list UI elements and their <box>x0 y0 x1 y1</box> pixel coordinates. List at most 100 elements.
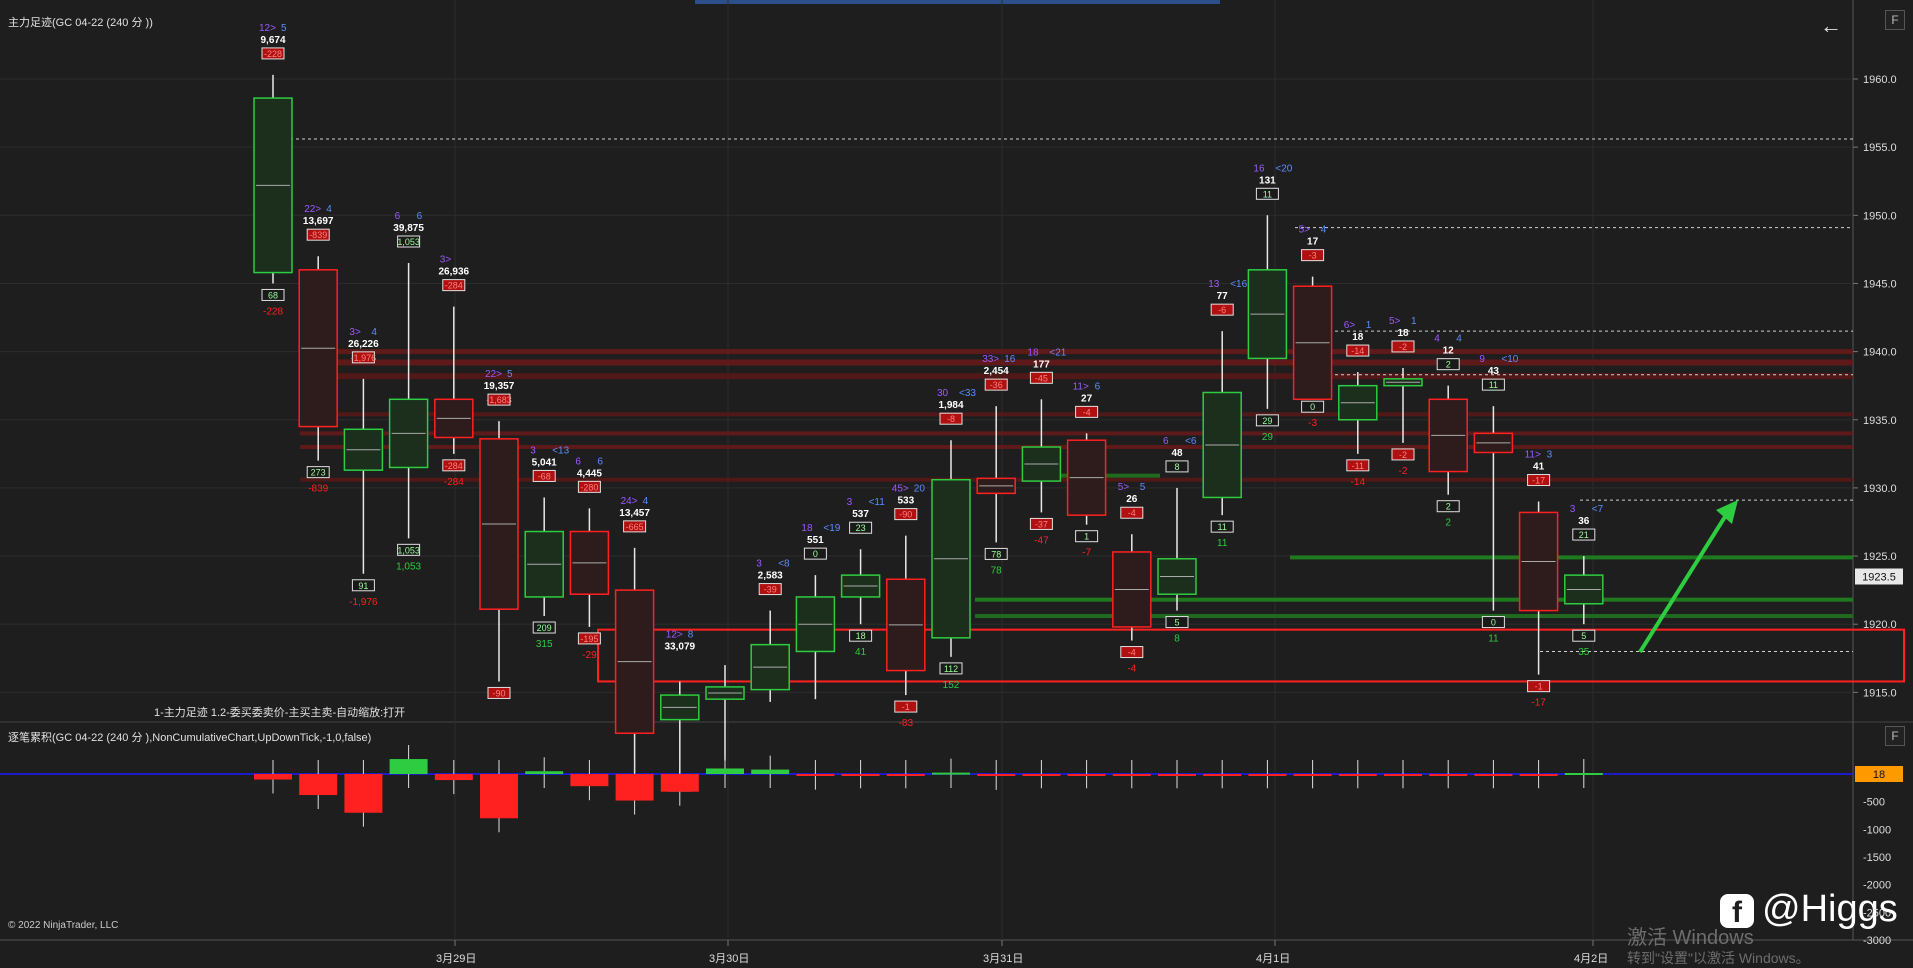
candle-top-left-label: 4 <box>1434 334 1440 345</box>
support-band <box>975 597 1853 602</box>
candle-top-left-label: 3> <box>349 327 361 338</box>
candle-delta-bottom: 29 <box>1262 432 1274 443</box>
price-axis-label: 1955.0 <box>1863 142 1897 154</box>
candle-top-left-label: 22> <box>304 204 321 215</box>
sub-panel-title: 逐笔累积(GC 04-22 (240 分 ),NonCumulativeChar… <box>8 732 372 744</box>
resistance-band <box>300 349 1853 355</box>
candle-delta-top: -90 <box>899 510 912 520</box>
price-axis-label: 1960.0 <box>1863 74 1897 86</box>
candle-top-right-label: <16 <box>1230 279 1247 290</box>
candle-top-left-label: 12> <box>666 629 683 640</box>
chart-window: 1960.0 1955.0 1950.0 1945.0 1940.0 1935.0 1930… <box>0 0 1913 967</box>
candle-delta-bottom: -1,976 <box>349 597 378 608</box>
candle-delta-bottom: 35 <box>1578 647 1590 658</box>
candle-delta-top: -1,976 <box>351 353 377 363</box>
candle-delta-bottom: 8 <box>1174 634 1180 645</box>
windows-activate-subtitle: 转到"设置"以激活 Windows。 <box>1627 950 1810 966</box>
candle-delta-bottom: 78 <box>991 565 1003 576</box>
sub-bar <box>660 774 699 792</box>
candle-volume-label: 17 <box>1307 237 1319 248</box>
sub-bar <box>932 772 970 775</box>
time-axis-label: 3月29日 <box>436 953 476 965</box>
candle-top-right-label: 3 <box>1547 450 1553 461</box>
price-axis-label: 1935.0 <box>1863 415 1897 427</box>
resistance-band <box>300 373 1853 380</box>
candle-bottom-box-value: 78 <box>991 549 1001 559</box>
candle-delta-bottom: -4 <box>1127 664 1136 675</box>
candle-delta-bottom: -7 <box>1082 548 1091 559</box>
candle-bottom-box-value: 209 <box>537 623 552 633</box>
candle-delta-bottom: -29 <box>582 650 597 661</box>
sub-bar <box>1293 774 1332 776</box>
brand-handle: @Higgs <box>1762 888 1898 930</box>
candle-volume-label: 26 <box>1126 494 1138 505</box>
sub-bar <box>1519 774 1558 776</box>
candle-top-right-label: 6 <box>597 456 603 467</box>
candle-top-right-label: <10 <box>1501 354 1518 365</box>
back-arrow-icon[interactable]: ← <box>1820 13 1842 39</box>
copyright-text: © 2022 NinjaTrader, LLC <box>8 920 119 931</box>
candle-bottom-box-value: 91 <box>358 581 368 591</box>
candle-bottom-box-value: -1 <box>1535 682 1543 692</box>
candle-top-left-label: 18 <box>801 523 813 534</box>
candle-delta-top: 11 <box>1263 189 1272 199</box>
candle-top-left-label: 45> <box>892 484 909 495</box>
candle-bottom-box-value: 68 <box>268 290 278 300</box>
candle-delta-bottom: 152 <box>943 680 960 691</box>
sub-axis-label: -1000 <box>1863 824 1891 836</box>
sub-bar <box>434 774 473 781</box>
support-band <box>1290 555 1853 560</box>
candle-delta-top: -36 <box>990 380 1003 390</box>
sub-bar <box>886 774 925 776</box>
sub-bar <box>1384 774 1422 776</box>
candle-delta-top: -39 <box>764 585 777 595</box>
candle-top-right-label: <21 <box>1049 347 1066 358</box>
sub-bar <box>1158 774 1196 776</box>
facebook-icon: f <box>1720 894 1754 929</box>
main-price-chart[interactable]: 1960.01955.01950.01945.01940.01935.01930… <box>0 0 1913 967</box>
candle-bottom-box-value: -284 <box>445 461 463 471</box>
candle-top-left-label: 13 <box>1208 279 1220 290</box>
candle-delta-top: -839 <box>309 230 327 240</box>
candle-top-left-label: 5> <box>1299 225 1311 236</box>
candle-bottom-box-value: -1 <box>902 702 910 712</box>
candle-volume-label: 18 <box>1397 328 1409 339</box>
candle-delta-top: -280 <box>580 482 598 492</box>
sub-bar <box>1203 774 1242 776</box>
resistance-band <box>300 431 1853 436</box>
candle-delta-top: -665 <box>626 522 644 532</box>
candle-delta-top: -8 <box>947 414 955 424</box>
candle-bottom-box-value: -11 <box>1352 461 1364 471</box>
price-axis-label: 1930.0 <box>1863 483 1897 495</box>
candle-top-left-label: 3 <box>530 445 536 456</box>
main-panel-f-button[interactable]: F <box>1885 10 1905 30</box>
candle-delta-bottom: -839 <box>308 484 328 495</box>
candle-bottom-box-value: 29 <box>1262 416 1272 426</box>
candle-top-left-label: 6> <box>1344 320 1356 331</box>
candle-volume-label: 39,875 <box>393 223 424 234</box>
sub-panel-f-button[interactable]: F <box>1885 726 1905 746</box>
support-band <box>975 614 1853 619</box>
candle-top-left-label: 6 <box>1163 436 1169 447</box>
candle-volume-label: 41 <box>1533 462 1545 473</box>
sub-bar <box>841 774 880 776</box>
sub-bar <box>1564 773 1603 776</box>
price-axis-label: 1925.0 <box>1863 551 1897 563</box>
candle-top-right-label: 1 <box>1366 320 1372 331</box>
candle-volume-label: 19,357 <box>484 381 515 392</box>
candle-top-left-label: 30 <box>937 388 949 399</box>
candle-top-right-label: 4 <box>326 204 332 215</box>
candle-delta-bottom: -228 <box>263 306 283 317</box>
sub-bar <box>254 774 292 780</box>
candle-volume-label: 33,079 <box>665 641 696 652</box>
time-axis-label: 3月31日 <box>983 953 1023 965</box>
sub-bar <box>299 774 338 796</box>
candle-volume-label: 9,674 <box>260 35 285 46</box>
candle-bottom-box-value: 5 <box>1174 618 1179 628</box>
sub-current-value: 18 <box>1873 769 1885 781</box>
candle-top-left-label: 6 <box>395 211 401 222</box>
candle-top-left-label: 3 <box>1570 504 1576 515</box>
time-axis-label: 4月2日 <box>1574 953 1608 965</box>
candle-delta-top: 11 <box>1489 380 1498 390</box>
sub-axis-label: -1500 <box>1863 852 1891 864</box>
